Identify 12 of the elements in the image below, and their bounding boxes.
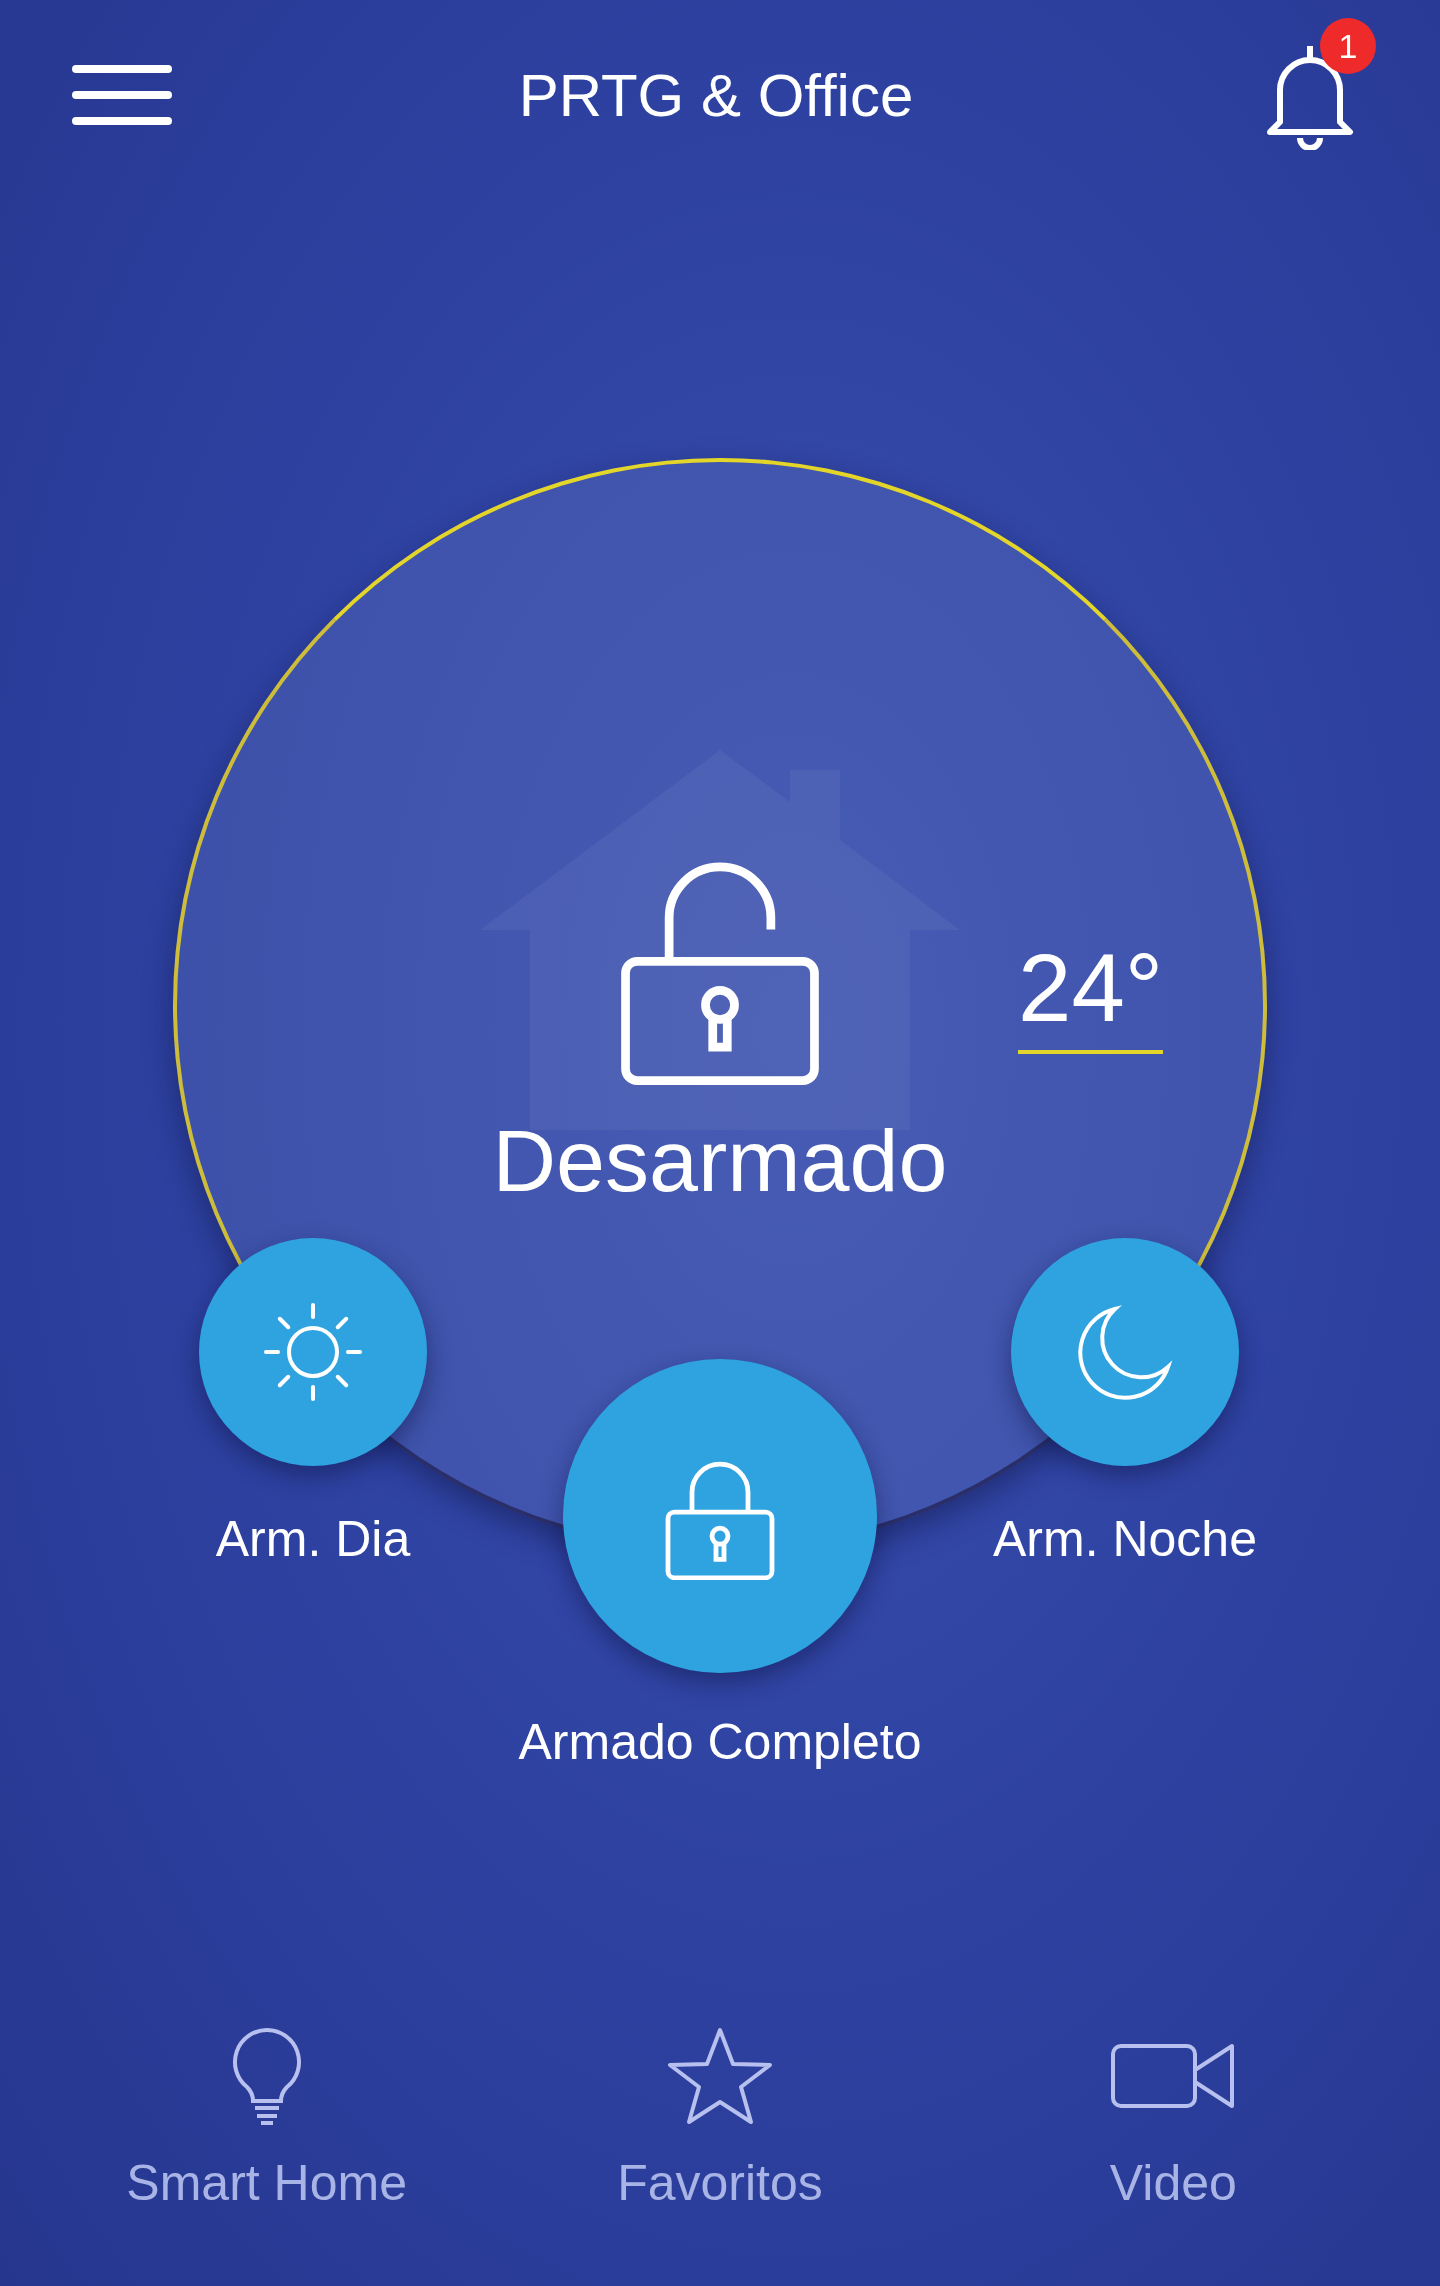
app-title: PRTG & Office	[518, 60, 914, 130]
arm-mode-label: Arm. Noche	[993, 1510, 1257, 1568]
menu-icon[interactable]	[72, 65, 172, 125]
nav-label[interactable]: Smart Home	[126, 2154, 407, 2212]
arm-mode-label: Arm. Dia	[215, 1510, 411, 1568]
arm-mode-label: Armado Completo	[518, 1713, 922, 1771]
status-label: Desarmado	[492, 1110, 948, 1212]
nav-label[interactable]: Video	[1109, 2154, 1237, 2212]
star-icon[interactable]	[665, 2026, 775, 2126]
temperature-reading: 24°	[1018, 940, 1164, 1054]
nav-label[interactable]: Favoritos	[617, 2154, 823, 2212]
notification-badge: 1	[1320, 18, 1376, 74]
